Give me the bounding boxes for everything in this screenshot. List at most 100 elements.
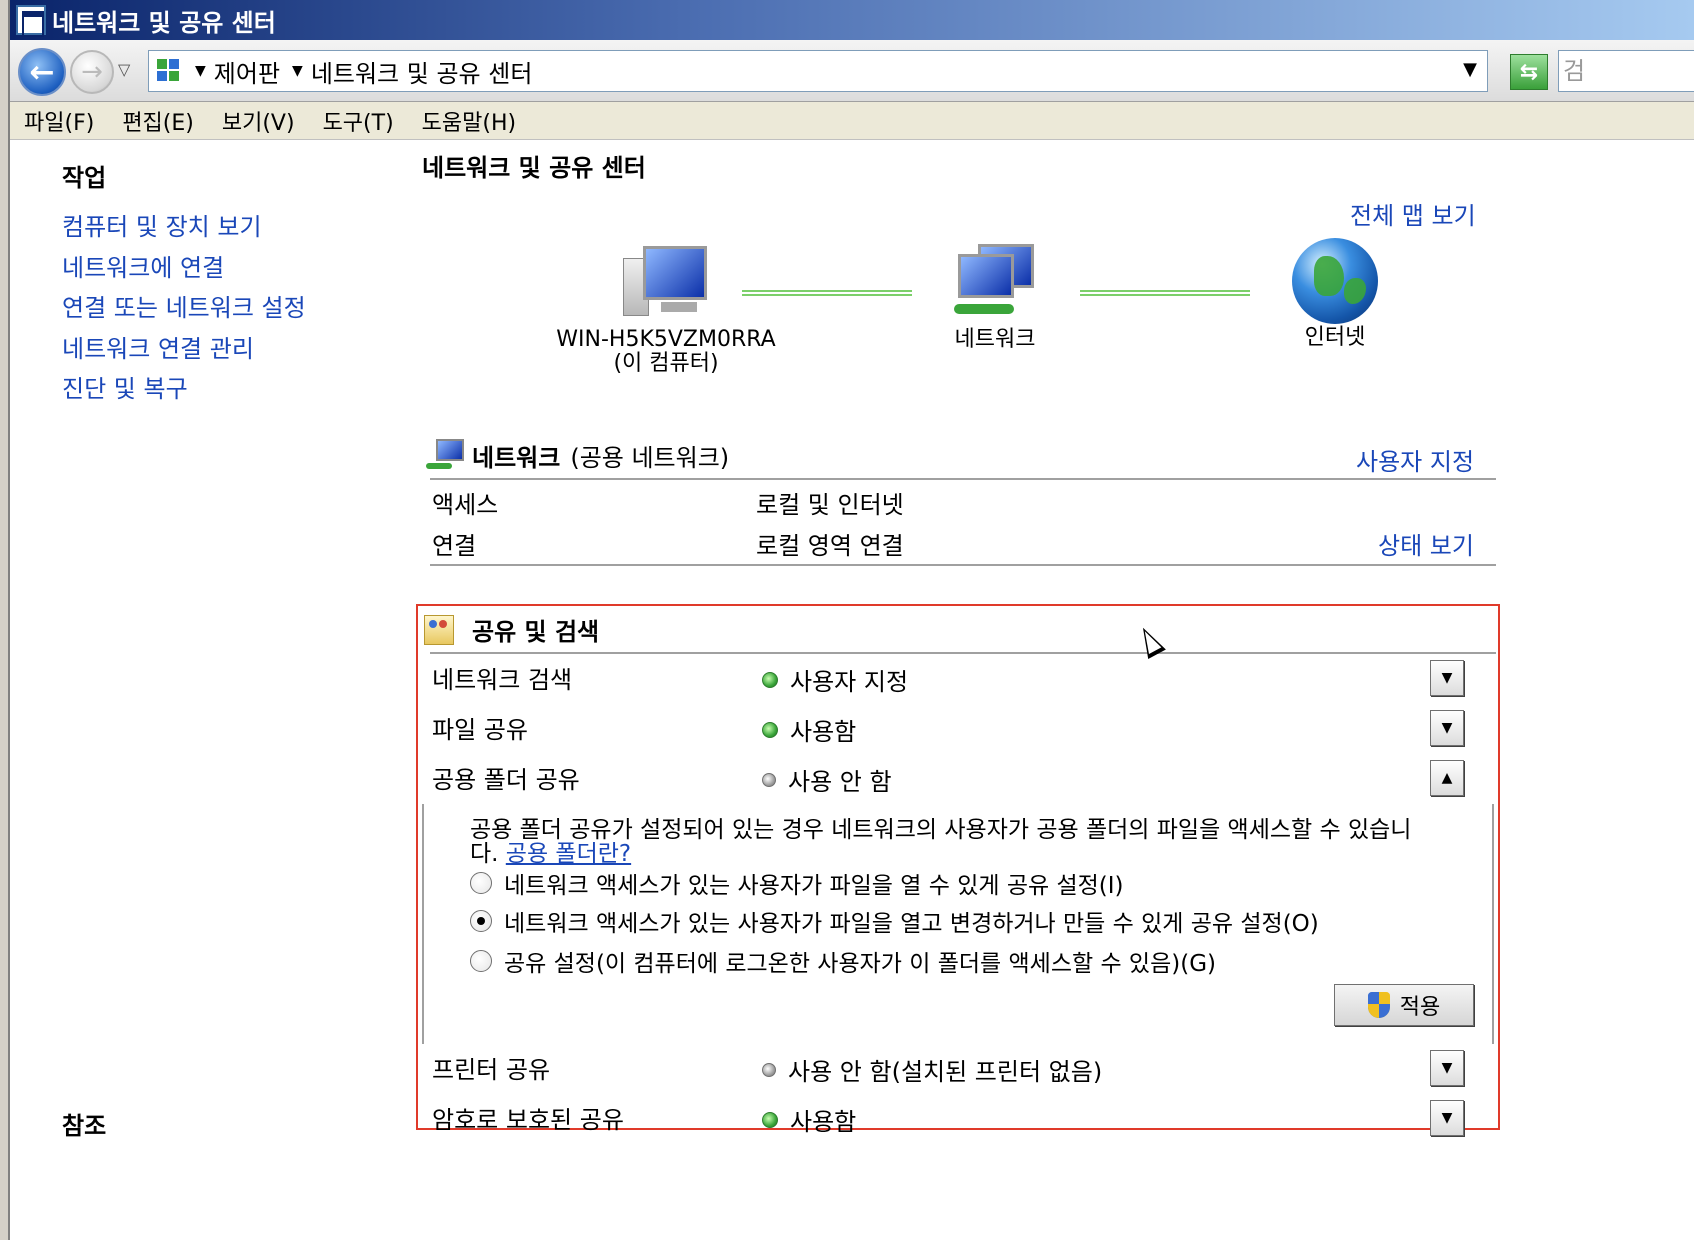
uac-shield-icon: [1367, 992, 1390, 1018]
address-dropdown-icon[interactable]: ▼: [1463, 59, 1477, 80]
public-folder-value: 사용 안 함: [788, 768, 892, 796]
radio-button[interactable]: [470, 872, 492, 894]
task-link-view-computers[interactable]: 컴퓨터 및 장치 보기: [62, 207, 402, 248]
status-on-icon: [762, 671, 778, 688]
menu-view[interactable]: 보기(V): [222, 105, 295, 137]
expand-file-sharing-button[interactable]: ▼: [1430, 710, 1464, 746]
chevron-down-icon: ▼: [1441, 720, 1453, 736]
control-panel-icon: [155, 57, 183, 85]
task-link-manage-connections[interactable]: 네트워크 연결 관리: [62, 329, 402, 370]
tasks-heading: 작업: [62, 164, 107, 192]
public-folder-label: 공용 폴더 공유: [432, 766, 580, 794]
printer-sharing-label: 프린터 공유: [432, 1056, 551, 1084]
sharing-icon: [424, 614, 454, 645]
refresh-icon: ⇆: [1519, 59, 1539, 85]
back-button[interactable]: ←: [18, 48, 66, 96]
public-folder-option-change[interactable]: 네트워크 액세스가 있는 사용자가 파일을 열고 변경하거나 만들 수 있게 공…: [470, 904, 1319, 938]
tasks-pane: 작업 컴퓨터 및 장치 보기 네트워크에 연결 연결 또는 네트워크 설정 네트…: [62, 158, 402, 410]
task-link-connect-network[interactable]: 네트워크에 연결: [62, 248, 402, 289]
view-status-link[interactable]: 상태 보기: [1378, 526, 1474, 561]
detail-border-left: [422, 804, 424, 1044]
computer-name: WIN-H5K5VZM0RRA: [556, 327, 776, 352]
radio-button-selected[interactable]: [470, 910, 492, 932]
menu-file[interactable]: 파일(F): [24, 105, 94, 137]
network-node-label: 네트워크: [954, 327, 1036, 352]
expand-printer-sharing-button[interactable]: ▼: [1430, 1050, 1464, 1086]
expand-network-discovery-button[interactable]: ▼: [1430, 660, 1464, 696]
menu-help[interactable]: 도움말(H): [422, 105, 516, 137]
description-line-1: 공용 폴더 공유가 설정되어 있는 경우 네트워크의 사용자가 공용 폴더의 파…: [470, 817, 1412, 843]
window-title: 네트워크 및 공유 센터: [52, 8, 276, 37]
refresh-button[interactable]: ⇆: [1510, 54, 1548, 90]
page-title: 네트워크 및 공유 센터: [422, 154, 646, 182]
apply-button[interactable]: 적용: [1334, 984, 1474, 1026]
title-bar[interactable]: 네트워크 및 공유 센터: [10, 0, 1694, 40]
recent-pages-dropdown[interactable]: ▽: [118, 60, 130, 79]
customize-link[interactable]: 사용자 지정: [1356, 442, 1474, 477]
option-label: 네트워크 액세스가 있는 사용자가 파일을 열 수 있게 공유 설정(I): [504, 873, 1124, 899]
computer-icon: [621, 244, 711, 320]
map-connection-line: [1080, 290, 1250, 296]
breadcrumb-network-center[interactable]: 네트워크 및 공유 센터: [311, 54, 533, 89]
description-line-2: 다.: [470, 841, 499, 867]
task-link-setup-connection[interactable]: 연결 또는 네트워크 설정: [62, 288, 402, 329]
network-discovery-label: 네트워크 검색: [432, 666, 573, 694]
status-on-icon: [762, 721, 778, 738]
address-bar[interactable]: ▼ 제어판 ▼ 네트워크 및 공유 센터 ▼: [148, 50, 1488, 92]
computer-sub: (이 컴퓨터): [613, 351, 719, 376]
printer-sharing-status: 사용 안 함(설치된 프린터 없음): [762, 1052, 1102, 1087]
access-value: 로컬 및 인터넷: [756, 491, 904, 519]
sharing-heading: 공유 및 검색: [472, 618, 600, 646]
breadcrumb-control-panel[interactable]: 제어판: [214, 54, 280, 89]
globe-icon: [1292, 238, 1378, 324]
chevron-down-icon[interactable]: ▼: [292, 63, 303, 79]
menu-tools[interactable]: 도구(T): [323, 105, 394, 137]
file-sharing-label: 파일 공유: [432, 716, 528, 744]
file-sharing-value: 사용함: [790, 718, 857, 746]
status-off-icon: [762, 772, 776, 787]
option-label: 공유 설정(이 컴퓨터에 로그온한 사용자가 이 폴더를 액세스할 수 있음)(…: [504, 951, 1216, 977]
status-on-icon: [762, 1111, 778, 1128]
public-folder-description: 공용 폴더 공유가 설정되어 있는 경우 네트워크의 사용자가 공용 폴더의 파…: [470, 818, 1470, 866]
network-section-header: 네트워크 (공용 네트워크): [426, 438, 729, 473]
network-discovery-status: 사용자 지정: [762, 662, 908, 697]
password-sharing-status: 사용함: [762, 1102, 856, 1137]
public-folder-status: 사용 안 함: [762, 762, 892, 797]
view-full-map-link[interactable]: 전체 맵 보기: [1350, 196, 1476, 231]
map-node-internet[interactable]: 인터넷: [1270, 238, 1400, 350]
chevron-up-icon: ▲: [1441, 770, 1453, 786]
menu-edit[interactable]: 편집(E): [122, 105, 194, 137]
radio-button[interactable]: [470, 950, 492, 972]
divider: [430, 652, 1496, 654]
window-left-border: [0, 0, 10, 1240]
network-center-icon: [16, 5, 46, 37]
public-folder-option-off[interactable]: 공유 설정(이 컴퓨터에 로그온한 사용자가 이 폴더를 액세스할 수 있음)(…: [470, 944, 1216, 978]
address-toolbar: ← → ▽ ▼ 제어판 ▼ 네트워크 및 공유 센터 ▼ ⇆ 검: [10, 40, 1694, 102]
back-arrow-icon: ←: [29, 54, 55, 90]
see-also-heading: 참조: [62, 1112, 107, 1140]
apply-label: 적용: [1399, 995, 1441, 1020]
task-link-diagnose-repair[interactable]: 진단 및 복구: [62, 369, 402, 410]
forward-arrow-icon: →: [81, 57, 103, 87]
chevron-down-icon[interactable]: ▼: [195, 63, 206, 79]
divider: [430, 564, 1496, 566]
map-node-computer[interactable]: WIN-H5K5VZM0RRA (이 컴퓨터): [556, 244, 776, 376]
what-is-public-folder-link[interactable]: 공용 폴더란?: [506, 841, 631, 867]
option-label: 네트워크 액세스가 있는 사용자가 파일을 열고 변경하거나 만들 수 있게 공…: [504, 911, 1319, 937]
chevron-down-icon: ▼: [1441, 1060, 1453, 1076]
expand-password-sharing-button[interactable]: ▼: [1430, 1100, 1464, 1136]
access-label: 액세스: [432, 491, 499, 519]
collapse-public-folder-button[interactable]: ▲: [1430, 760, 1464, 796]
file-sharing-status: 사용함: [762, 712, 856, 747]
internet-node-label: 인터넷: [1304, 325, 1366, 350]
chevron-down-icon: ▼: [1441, 670, 1453, 686]
forward-button[interactable]: →: [70, 50, 114, 94]
connection-value: 로컬 영역 연결: [756, 532, 904, 560]
chevron-down-icon: ▼: [1441, 1110, 1453, 1126]
printer-sharing-value: 사용 안 함(설치된 프린터 없음): [788, 1058, 1103, 1086]
public-folder-option-read[interactable]: 네트워크 액세스가 있는 사용자가 파일을 열 수 있게 공유 설정(I): [470, 866, 1124, 900]
detail-border-right: [1492, 804, 1494, 1044]
network-icon: [426, 438, 466, 473]
map-node-network[interactable]: 네트워크: [930, 244, 1060, 352]
search-input[interactable]: 검: [1558, 50, 1694, 92]
